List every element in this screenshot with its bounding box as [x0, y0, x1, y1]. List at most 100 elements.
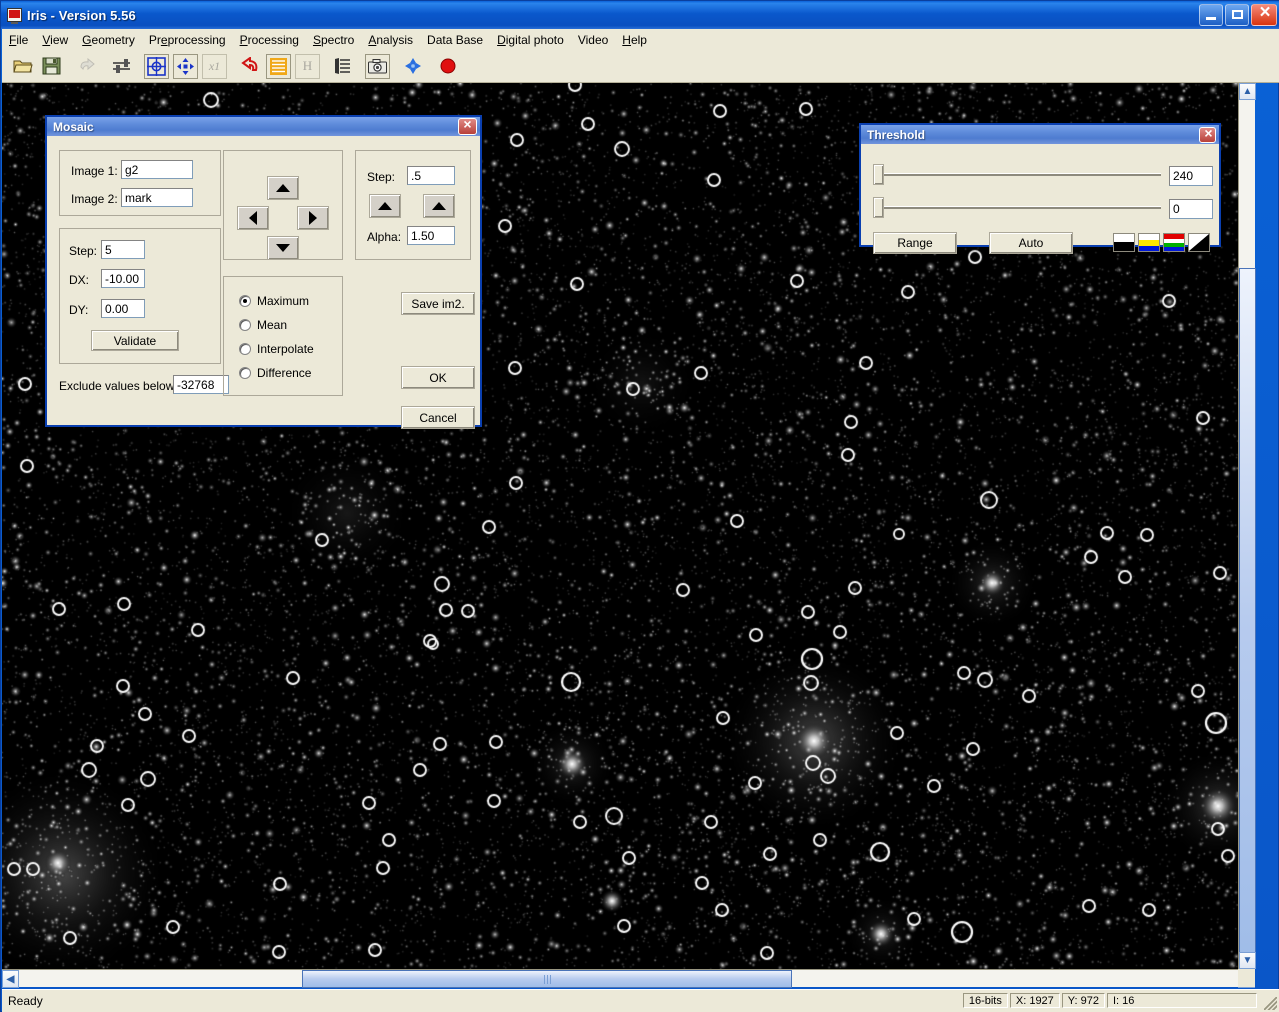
horizontal-scrollbar[interactable]: ◀ ▶ [2, 969, 1255, 988]
threshold-dialog: Threshold 240 0 Range Auto [859, 123, 1221, 254]
dx-field[interactable]: -10.00 [101, 269, 145, 288]
save-im2-button[interactable]: Save im2. [401, 292, 475, 315]
main-window-frame: Iris - Version 5.56 File View Geometry P… [0, 0, 1279, 1012]
radio-mean[interactable]: Mean [239, 318, 287, 332]
radio-dot [239, 319, 251, 331]
scrollbar-corner [1238, 969, 1255, 987]
threshold-low-field[interactable]: 0 [1169, 199, 1213, 219]
vertical-scroll-thumb[interactable] [1239, 268, 1256, 968]
alpha-increase-icon[interactable] [423, 194, 455, 218]
sliders-icon[interactable] [109, 54, 134, 79]
window-resize-grip[interactable] [1263, 996, 1277, 1010]
open-file-icon[interactable] [10, 54, 35, 79]
threshold-close-button[interactable] [1199, 125, 1217, 143]
scroll-up-icon[interactable]: ▲ [1239, 83, 1256, 100]
alpha-step-field[interactable]: .5 [407, 166, 455, 185]
down-arrow-icon[interactable] [267, 236, 299, 260]
gradient-mode-icon[interactable] [1188, 233, 1210, 252]
scroll-left-icon[interactable]: ◀ [2, 970, 19, 988]
status-y-coord: Y: 972 [1061, 993, 1105, 1008]
alpha-decrease-icon[interactable] [369, 194, 401, 218]
up-arrow-icon[interactable] [267, 176, 299, 200]
step-field[interactable]: 5 [101, 240, 145, 259]
menu-item-digital-photo[interactable]: Digital photo [490, 31, 571, 49]
menu-item-file[interactable]: File [2, 31, 35, 49]
image2-field[interactable]: mark [121, 188, 193, 207]
threshold-low-slider[interactable] [873, 197, 1161, 218]
window-titlebar: Iris - Version 5.56 [1, 1, 1279, 29]
vertical-scrollbar[interactable]: ▲ ▼ [1238, 83, 1256, 969]
status-bit-depth: 16-bits [962, 993, 1008, 1008]
step-label: Step: [69, 244, 98, 258]
red-undo-arrow-icon[interactable] [237, 54, 262, 79]
slider-thumb[interactable] [873, 197, 884, 218]
radio-dot [239, 295, 251, 307]
close-button[interactable] [1251, 2, 1278, 26]
save-file-icon[interactable] [39, 54, 64, 79]
list-lines-icon[interactable] [330, 54, 355, 79]
yellow-blue-mode-icon[interactable] [1138, 233, 1160, 252]
radio-dot [239, 367, 251, 379]
mosaic-dialog: Mosaic Image 1: g2 Image 2: mark Step: 5… [45, 115, 482, 429]
cancel-button[interactable]: Cancel [401, 406, 475, 429]
mosaic-dialog-body: Image 1: g2 Image 2: mark Step: 5 DX: -1… [47, 136, 480, 429]
mosaic-dialog-titlebar: Mosaic [47, 116, 480, 136]
slider-thumb[interactable] [873, 164, 884, 185]
menu-item-spectro[interactable]: Spectro [306, 31, 361, 49]
crosshair-target-icon[interactable] [144, 53, 169, 79]
status-cells: 16-bits X: 1927 Y: 972 I: 16 [962, 993, 1257, 1008]
left-arrow-icon[interactable] [237, 206, 269, 230]
maximize-button[interactable] [1225, 4, 1249, 26]
menu-item-database[interactable]: Data Base [420, 31, 490, 49]
alpha-label: Alpha: [367, 230, 402, 244]
move-arrows-icon[interactable] [173, 53, 198, 79]
ok-button[interactable]: OK [401, 366, 475, 389]
camera-icon[interactable] [365, 53, 390, 79]
menu-item-analysis[interactable]: Analysis [361, 31, 420, 49]
histogram-h-icon: H [295, 53, 320, 79]
menu-item-view[interactable]: View [35, 31, 75, 49]
threshold-dialog-body: 240 0 Range Auto [861, 144, 1219, 254]
menu-item-geometry[interactable]: Geometry [75, 31, 142, 49]
validate-button[interactable]: Validate [91, 330, 179, 351]
status-bar: Ready 16-bits X: 1927 Y: 972 I: 16 [2, 989, 1279, 1012]
red-circle-icon[interactable] [435, 54, 460, 79]
menu-item-processing[interactable]: Processing [233, 31, 306, 49]
radio-mean-label: Mean [257, 318, 288, 332]
menu-item-help[interactable]: Help [615, 31, 654, 49]
orange-lines-icon[interactable] [266, 53, 291, 79]
slider-track [873, 206, 1161, 209]
range-button[interactable]: Range [873, 232, 957, 254]
mosaic-close-button[interactable] [458, 116, 477, 135]
exclude-field[interactable]: -32768 [173, 375, 229, 394]
rgb-mode-icon[interactable] [1163, 233, 1185, 252]
right-arrow-icon[interactable] [297, 206, 329, 230]
blue-diamond-icon[interactable] [400, 54, 425, 79]
alpha-field[interactable]: 1.50 [407, 226, 455, 245]
scroll-down-icon[interactable]: ▼ [1239, 952, 1256, 969]
radio-difference-label: Difference [257, 366, 312, 380]
bw-mode-icon[interactable] [1113, 233, 1135, 252]
image1-label: Image 1: [71, 164, 118, 178]
undo-icon [74, 54, 99, 79]
horizontal-scroll-thumb[interactable] [302, 970, 792, 988]
radio-maximum[interactable]: Maximum [239, 294, 309, 308]
thumb-grip [543, 974, 551, 984]
radio-maximum-label: Maximum [257, 294, 310, 308]
window-title: Iris - Version 5.56 [27, 7, 136, 23]
radio-interpolate[interactable]: Interpolate [239, 342, 314, 356]
dx-label: DX: [69, 273, 90, 287]
status-intensity: I: 16 [1107, 993, 1257, 1008]
x1-zoom-icon: x1 [202, 53, 227, 79]
auto-button[interactable]: Auto [989, 232, 1073, 254]
image1-field[interactable]: g2 [121, 160, 193, 179]
menu-item-preprocessing[interactable]: Preprocessing [142, 31, 233, 49]
threshold-high-field[interactable]: 240 [1169, 166, 1213, 186]
menu-item-video[interactable]: Video [571, 31, 615, 49]
threshold-high-slider[interactable] [873, 164, 1161, 185]
threshold-dialog-title: Threshold [867, 127, 926, 142]
alpha-step-label: Step: [367, 170, 396, 184]
radio-difference[interactable]: Difference [239, 366, 311, 380]
minimize-button[interactable] [1199, 4, 1223, 26]
dy-field[interactable]: 0.00 [101, 299, 145, 318]
